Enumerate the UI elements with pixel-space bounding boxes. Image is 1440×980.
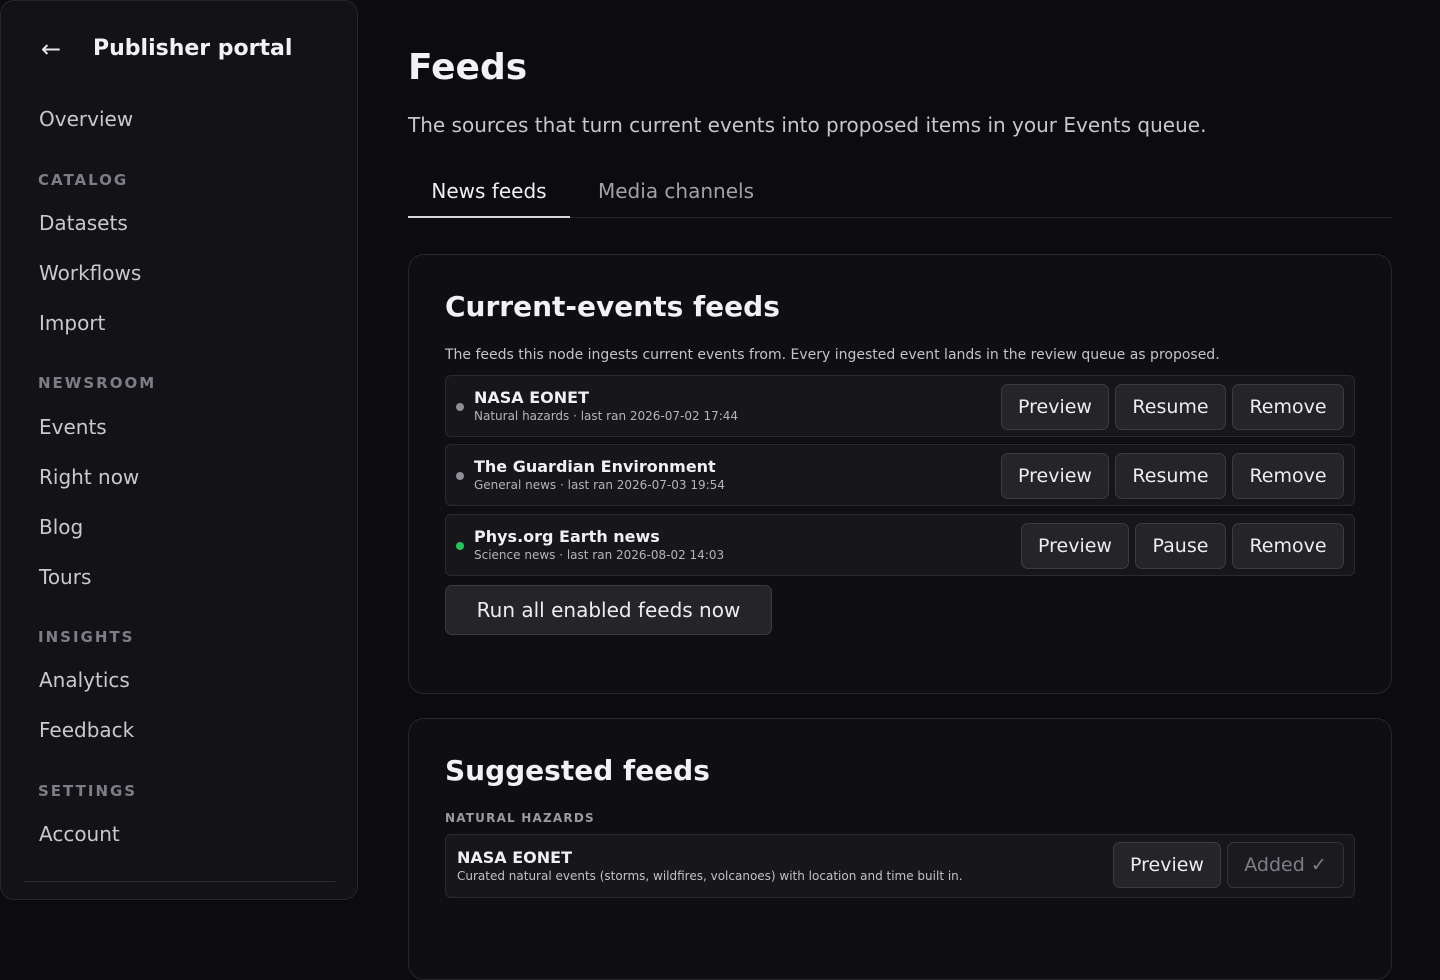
- preview-button[interactable]: Preview: [1001, 453, 1109, 499]
- feed-actions: Preview Resume Remove: [1001, 453, 1344, 499]
- sidebar-section-insights: INSIGHTS: [38, 628, 135, 646]
- feed-meta: General news · last ran 2026-07-03 19:54: [474, 478, 725, 492]
- feed-actions: Preview Resume Remove: [1001, 384, 1344, 430]
- sidebar: ← Publisher portal Overview CATALOG Data…: [0, 0, 358, 900]
- remove-button[interactable]: Remove: [1232, 453, 1344, 499]
- feed-actions: Preview Pause Remove: [1021, 523, 1344, 569]
- sidebar-item-feedback[interactable]: Feedback: [39, 718, 134, 742]
- tab-bar: News feeds Media channels: [408, 168, 1392, 218]
- suggested-category-label: NATURAL HAZARDS: [445, 811, 595, 825]
- suggested-feed-actions: Preview Added ✓: [1113, 842, 1344, 888]
- feed-name: The Guardian Environment: [474, 457, 716, 476]
- sidebar-item-analytics[interactable]: Analytics: [39, 668, 130, 692]
- remove-button[interactable]: Remove: [1232, 523, 1344, 569]
- sidebar-section-settings: SETTINGS: [38, 782, 138, 800]
- suggested-feed-description: Curated natural events (storms, wildfire…: [457, 869, 963, 883]
- preview-button[interactable]: Preview: [1113, 842, 1221, 888]
- page-title: Feeds: [408, 47, 528, 88]
- current-feeds-description: The feeds this node ingests current even…: [445, 347, 1220, 363]
- feed-row: The Guardian Environment General news · …: [445, 444, 1355, 506]
- resume-button[interactable]: Resume: [1115, 453, 1226, 499]
- feed-name: Phys.org Earth news: [474, 527, 660, 546]
- current-feeds-title: Current-events feeds: [445, 290, 780, 323]
- preview-button[interactable]: Preview: [1021, 523, 1129, 569]
- feed-meta: Science news · last ran 2026-08-02 14:03: [474, 548, 725, 562]
- run-all-feeds-button[interactable]: Run all enabled feeds now: [445, 585, 772, 635]
- pause-button[interactable]: Pause: [1135, 523, 1226, 569]
- sidebar-item-blog[interactable]: Blog: [39, 515, 83, 539]
- sidebar-section-newsroom: NEWSROOM: [38, 374, 157, 392]
- feed-row: Phys.org Earth news Science news · last …: [445, 514, 1355, 576]
- sidebar-item-overview[interactable]: Overview: [39, 107, 133, 131]
- status-dot-icon: [456, 542, 464, 550]
- remove-button[interactable]: Remove: [1232, 384, 1344, 430]
- suggested-feed-row: NASA EONET Curated natural events (storm…: [445, 834, 1355, 898]
- page-subtitle: The sources that turn current events int…: [408, 113, 1207, 137]
- suggested-feed-name: NASA EONET: [457, 848, 573, 867]
- portal-title: Publisher portal: [93, 36, 293, 61]
- feed-row: NASA EONET Natural hazards · last ran 20…: [445, 375, 1355, 437]
- tab-news-feeds[interactable]: News feeds: [408, 168, 570, 218]
- sidebar-item-account[interactable]: Account: [39, 822, 120, 846]
- sidebar-header: ← Publisher portal: [41, 31, 292, 67]
- suggested-feeds-title: Suggested feeds: [445, 754, 710, 787]
- suggested-feeds-card: Suggested feeds NATURAL HAZARDS NASA EON…: [408, 718, 1392, 980]
- sidebar-item-right-now[interactable]: Right now: [39, 465, 139, 489]
- arrow-left-icon[interactable]: ←: [41, 31, 71, 67]
- added-button: Added ✓: [1227, 842, 1344, 888]
- resume-button[interactable]: Resume: [1115, 384, 1226, 430]
- sidebar-item-events[interactable]: Events: [39, 415, 107, 439]
- sidebar-item-workflows[interactable]: Workflows: [39, 261, 141, 285]
- sidebar-divider: [23, 881, 335, 882]
- current-feeds-card: Current-events feeds The feeds this node…: [408, 254, 1392, 694]
- status-dot-icon: [456, 403, 464, 411]
- sidebar-item-import[interactable]: Import: [39, 311, 105, 335]
- sidebar-item-tours[interactable]: Tours: [39, 565, 91, 589]
- sidebar-item-datasets[interactable]: Datasets: [39, 211, 128, 235]
- feed-name: NASA EONET: [474, 388, 590, 407]
- tab-media-channels[interactable]: Media channels: [598, 168, 754, 216]
- status-dot-icon: [456, 472, 464, 480]
- sidebar-section-catalog: CATALOG: [38, 171, 129, 189]
- preview-button[interactable]: Preview: [1001, 384, 1109, 430]
- feed-meta: Natural hazards · last ran 2026-07-02 17…: [474, 409, 739, 423]
